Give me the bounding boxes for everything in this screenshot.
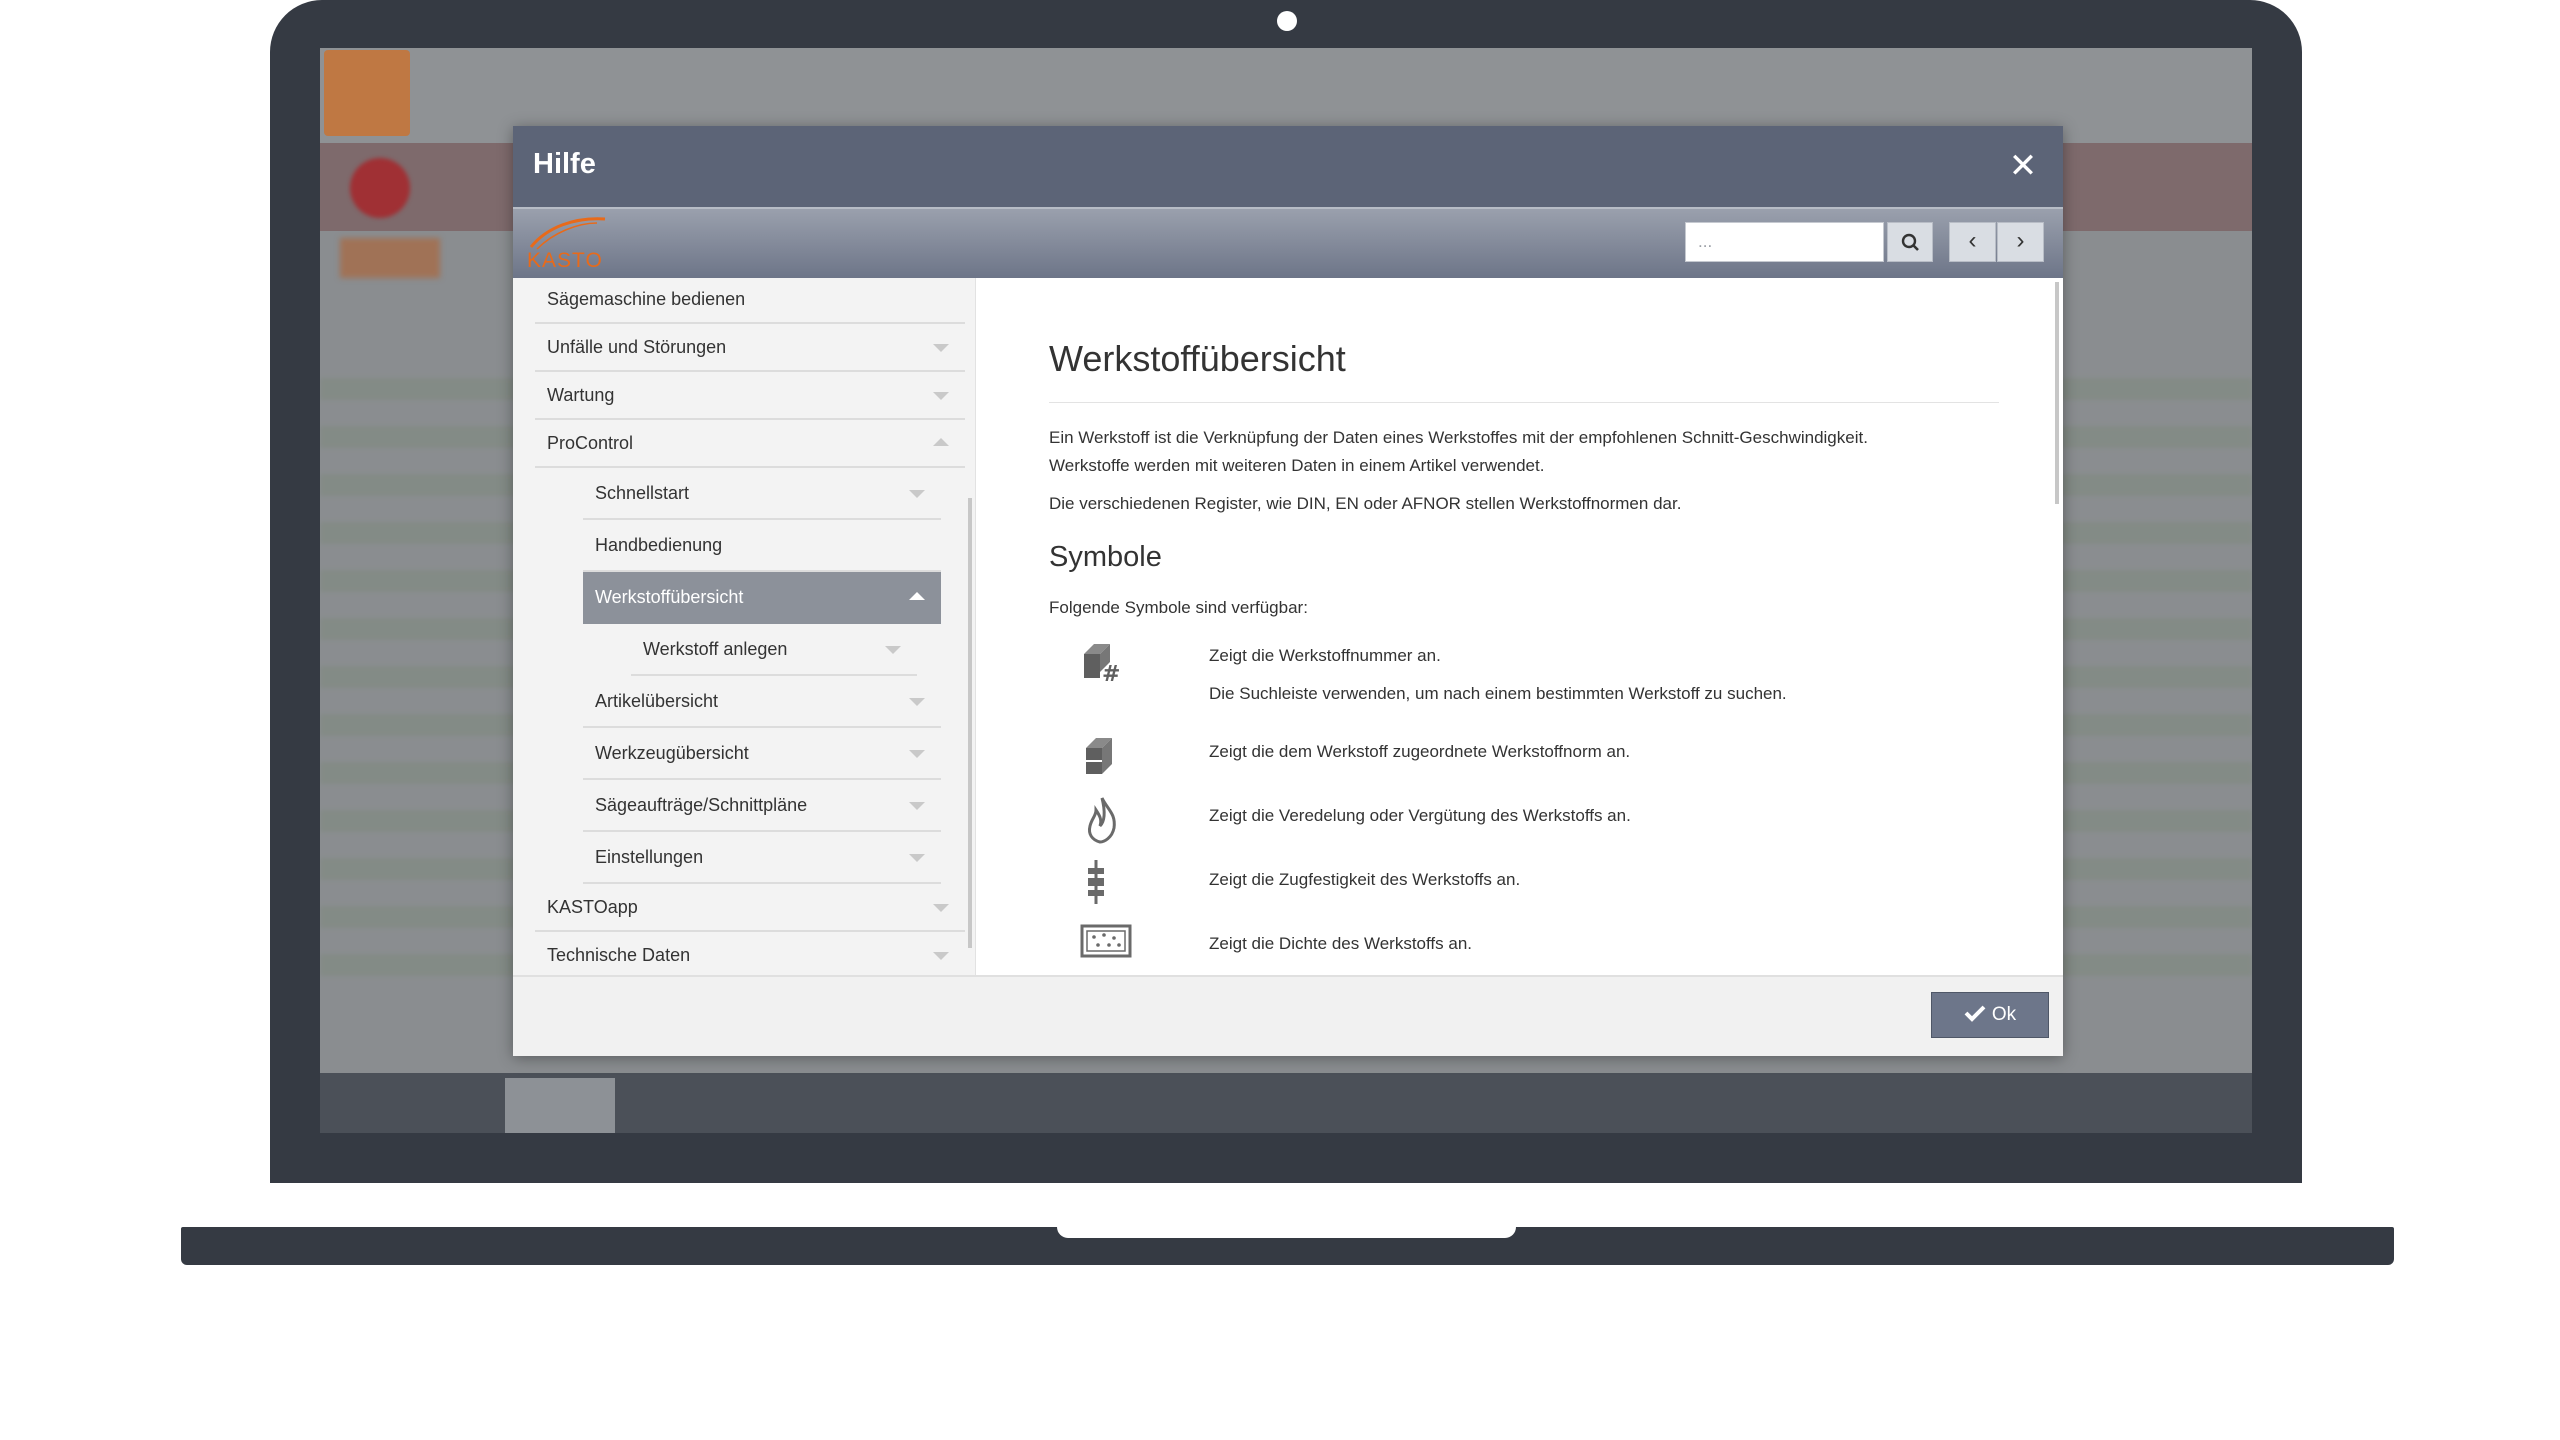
nav-item-label: Handbedienung [595,535,723,555]
nav-item-kastoapp[interactable]: KASTOapp [535,884,965,932]
flame-icon [1080,794,1124,849]
dialog-header: Hilfe ✕ [513,126,2063,207]
chevron-down-icon [885,646,901,654]
close-button[interactable]: ✕ [2003,146,2043,186]
registers-text: Die verschiedenen Register, wie DIN, EN … [1049,494,1682,513]
tensile-strength-icon [1080,858,1124,911]
density-icon [1080,924,1132,965]
symbol-note-search: Die Suchleiste verwenden, um nach einem … [1209,684,1787,703]
search-icon [1901,233,1919,251]
help-navigation-tree: Sägemaschine bedienen Unfälle und Störun… [513,278,976,975]
chevron-down-icon [909,750,925,758]
nav-item-schnellstart[interactable]: Schnellstart [583,468,941,520]
nav-item-werkzeuguebersicht[interactable]: Werkzeugübersicht [583,728,941,780]
symbol-text-tensile-strength: Zeigt die Zugfestigkeit des Werkstoffs a… [1209,870,1521,889]
laptop-base-notch [1057,1227,1516,1238]
nav-item-artikeluebersicht[interactable]: Artikelübersicht [583,676,941,728]
page-title: Werkstoffübersicht [1049,338,1346,379]
nav-item-label: Unfälle und Störungen [547,337,727,357]
background-app-bottom-tab [505,1078,615,1133]
nav-item-procontrol[interactable]: ProControl [535,420,965,468]
symbol-text-density: Zeigt die Dichte des Werkstoffs an. [1209,934,1472,953]
nav-item-label: Werkzeugübersicht [595,743,749,763]
next-topic-button[interactable]: › [1997,222,2044,262]
nav-item-werkstoffuebersicht[interactable]: Werkstoffübersicht [583,572,941,624]
chevron-down-icon [933,952,949,960]
help-dialog: Hilfe ✕ KASTO ... ‹ › Sägemaschine bedie… [513,126,2063,1056]
symbol-text-refinement: Zeigt die Veredelung oder Vergütung des … [1209,806,1631,825]
kasto-swoosh-icon [529,217,606,250]
dialog-title: Hilfe [533,148,596,180]
ok-button[interactable]: Ok [1931,992,2049,1038]
symbol-text-material-number: Zeigt die Werkstoffnummer an. [1209,646,1441,665]
symbol-text-material-norm: Zeigt die dem Werkstoff zugeordnete Werk… [1209,742,1631,761]
nav-item-handbedienung[interactable]: Handbedienung [583,520,941,572]
nav-item-label: Einstellungen [595,847,704,867]
chevron-down-icon [933,344,949,352]
nav-item-label: Sägeaufträge/Schnittpläne [595,795,808,815]
intro-text-line-1: Ein Werkstoff ist die Verknüpfung der Da… [1049,428,1868,447]
ok-button-label: Ok [1991,1004,2017,1025]
nav-item-label: Technische Daten [547,945,691,965]
previous-topic-button[interactable]: ‹ [1949,222,1996,262]
kasto-logo: KASTO [527,213,619,275]
nav-item-technische-daten[interactable]: Technische Daten [535,932,965,975]
nav-item-werkstoff-anlegen[interactable]: Werkstoff anlegen [631,624,917,676]
nav-item-label: Sägemaschine bedienen [547,289,746,309]
chevron-down-icon [933,392,949,400]
nav-item-wartung[interactable]: Wartung [535,372,965,420]
material-norm-icon [1080,734,1124,783]
search-button[interactable] [1887,222,1933,262]
dialog-footer: Ok [513,975,2063,1056]
sidebar-scrollbar[interactable] [968,498,972,948]
nav-item-saegeauftraege-schnittplaene[interactable]: Sägeaufträge/Schnittpläne [583,780,941,832]
background-app-logo [324,50,410,136]
symbols-intro: Folgende Symbole sind verfügbar: [1049,598,1308,617]
chevron-down-icon [933,904,949,912]
svg-text:#: # [1102,662,1120,684]
chevron-up-icon [909,592,925,600]
nav-item-label: KASTOapp [547,897,638,917]
checkmark-icon [1964,1005,1986,1022]
nav-item-saegemaschine-bedienen[interactable]: Sägemaschine bedienen [535,278,965,324]
nav-item-unfaelle-und-stoerungen[interactable]: Unfälle und Störungen [535,324,965,372]
chevron-down-icon [909,490,925,498]
nav-item-label: Artikelübersicht [595,691,719,711]
chevron-down-icon [909,854,925,862]
background-app-red-button [350,158,410,218]
chevron-down-icon [909,698,925,706]
help-content: Werkstoffübersicht Ein Werkstoff ist die… [976,278,2063,975]
intro-text-line-2: Werkstoffe werden mit weiteren Daten in … [1049,456,1545,475]
material-number-icon: # [1080,640,1124,689]
content-scrollbar[interactable] [2055,282,2059,504]
background-app-tab [340,238,440,278]
symbols-heading: Symbole [1049,541,1162,573]
chevron-down-icon [909,802,925,810]
nav-item-einstellungen[interactable]: Einstellungen [583,832,941,884]
nav-item-label: Wartung [547,385,615,405]
chevron-up-icon [933,438,949,446]
nav-item-label: ProControl [547,433,634,453]
nav-item-label: Schnellstart [595,483,690,503]
title-divider [1049,402,1999,403]
nav-item-label: Werkstoff anlegen [643,639,788,659]
search-input[interactable]: ... [1685,222,1884,262]
help-toolbar: KASTO ... ‹ › [513,207,2063,278]
nav-item-label: Werkstoffübersicht [595,587,744,607]
kasto-logo-text: KASTO [527,249,603,272]
camera [1277,11,1297,31]
